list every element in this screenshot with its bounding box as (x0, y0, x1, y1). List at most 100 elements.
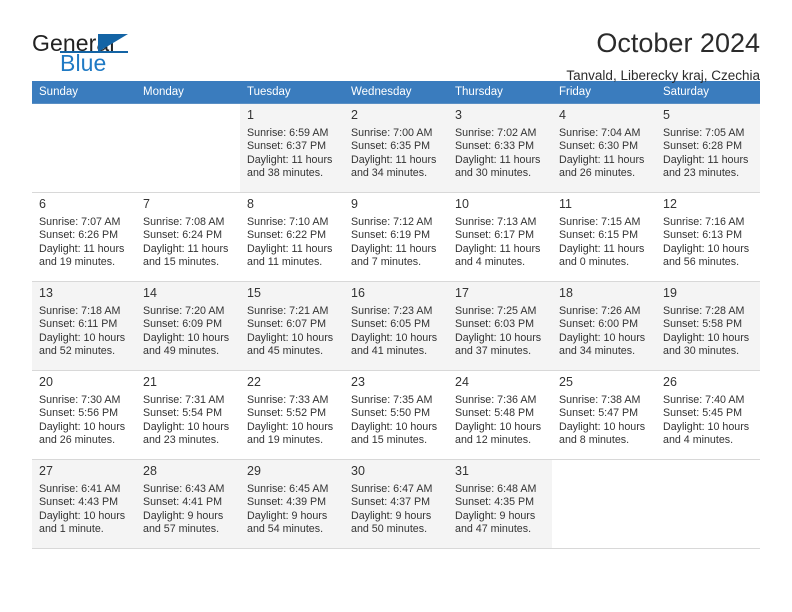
day-number: 6 (39, 197, 46, 211)
day-detail: Sunrise: 7:31 AM Sunset: 5:54 PM Dayligh… (143, 394, 233, 448)
sunrise-text: Sunrise: 7:02 AM (455, 126, 537, 139)
day-number: 7 (143, 197, 150, 211)
day-number: 18 (559, 286, 573, 300)
sunset-text: Sunset: 6:26 PM (39, 229, 119, 242)
sunrise-text: Sunrise: 7:07 AM (39, 215, 121, 228)
daylight-text-line1: Daylight: 9 hours (143, 509, 224, 522)
day-cell[interactable]: 14 Sunrise: 7:20 AM Sunset: 6:09 PM Dayl… (136, 281, 240, 371)
day-detail: Sunrise: 7:02 AM Sunset: 6:33 PM Dayligh… (455, 127, 545, 181)
day-number: 29 (247, 464, 261, 478)
day-cell[interactable]: 15 Sunrise: 7:21 AM Sunset: 6:07 PM Dayl… (240, 281, 344, 371)
sunrise-text: Sunrise: 7:18 AM (39, 304, 121, 317)
day-detail: Sunrise: 7:30 AM Sunset: 5:56 PM Dayligh… (39, 394, 129, 448)
daylight-text-line1: Daylight: 11 hours (559, 153, 645, 166)
daylight-text-line2: and 30 minutes. (663, 345, 740, 358)
day-cell-empty (552, 459, 656, 549)
daylight-text-line1: Daylight: 11 hours (455, 153, 541, 166)
sunrise-text: Sunrise: 7:25 AM (455, 304, 537, 317)
day-detail: Sunrise: 7:15 AM Sunset: 6:15 PM Dayligh… (559, 216, 649, 270)
daylight-text-line1: Daylight: 10 hours (39, 331, 126, 344)
day-detail: Sunrise: 7:16 AM Sunset: 6:13 PM Dayligh… (663, 216, 753, 270)
day-number: 28 (143, 464, 157, 478)
day-cell[interactable]: 18 Sunrise: 7:26 AM Sunset: 6:00 PM Dayl… (552, 281, 656, 371)
day-cell[interactable]: 6 Sunrise: 7:07 AM Sunset: 6:26 PM Dayli… (32, 192, 136, 282)
weekday-header-sunday: Sunday (32, 81, 136, 104)
daylight-text-line2: and 8 minutes. (559, 434, 630, 447)
daylight-text-line2: and 26 minutes. (39, 434, 116, 447)
daylight-text-line1: Daylight: 11 hours (247, 153, 333, 166)
sunrise-text: Sunrise: 7:33 AM (247, 393, 329, 406)
day-detail: Sunrise: 6:45 AM Sunset: 4:39 PM Dayligh… (247, 483, 337, 537)
day-cell[interactable]: 30 Sunrise: 6:47 AM Sunset: 4:37 PM Dayl… (344, 459, 448, 549)
day-cell[interactable]: 19 Sunrise: 7:28 AM Sunset: 5:58 PM Dayl… (656, 281, 760, 371)
day-cell-empty (656, 459, 760, 549)
day-cell[interactable]: 27 Sunrise: 6:41 AM Sunset: 4:43 PM Dayl… (32, 459, 136, 549)
day-cell[interactable]: 29 Sunrise: 6:45 AM Sunset: 4:39 PM Dayl… (240, 459, 344, 549)
sunset-text: Sunset: 6:24 PM (143, 229, 223, 242)
day-cell[interactable]: 21 Sunrise: 7:31 AM Sunset: 5:54 PM Dayl… (136, 370, 240, 460)
sunrise-text: Sunrise: 7:15 AM (559, 215, 641, 228)
day-cell[interactable]: 11 Sunrise: 7:15 AM Sunset: 6:15 PM Dayl… (552, 192, 656, 282)
sunset-text: Sunset: 6:28 PM (663, 140, 743, 153)
day-cell[interactable]: 3 Sunrise: 7:02 AM Sunset: 6:33 PM Dayli… (448, 103, 552, 193)
day-cell[interactable]: 12 Sunrise: 7:16 AM Sunset: 6:13 PM Dayl… (656, 192, 760, 282)
day-cell[interactable]: 7 Sunrise: 7:08 AM Sunset: 6:24 PM Dayli… (136, 192, 240, 282)
sunset-text: Sunset: 4:43 PM (39, 496, 119, 509)
day-cell[interactable]: 24 Sunrise: 7:36 AM Sunset: 5:48 PM Dayl… (448, 370, 552, 460)
daylight-text-line1: Daylight: 9 hours (455, 509, 536, 522)
day-number: 8 (247, 197, 254, 211)
daylight-text-line1: Daylight: 11 hours (351, 153, 437, 166)
day-cell[interactable]: 22 Sunrise: 7:33 AM Sunset: 5:52 PM Dayl… (240, 370, 344, 460)
day-detail: Sunrise: 7:28 AM Sunset: 5:58 PM Dayligh… (663, 305, 753, 359)
day-cell[interactable]: 16 Sunrise: 7:23 AM Sunset: 6:05 PM Dayl… (344, 281, 448, 371)
day-cell[interactable]: 8 Sunrise: 7:10 AM Sunset: 6:22 PM Dayli… (240, 192, 344, 282)
daylight-text-line2: and 56 minutes. (663, 256, 740, 269)
day-number: 23 (351, 375, 365, 389)
weekday-header-tuesday: Tuesday (240, 81, 344, 104)
day-cell[interactable]: 2 Sunrise: 7:00 AM Sunset: 6:35 PM Dayli… (344, 103, 448, 193)
day-cell[interactable]: 31 Sunrise: 6:48 AM Sunset: 4:35 PM Dayl… (448, 459, 552, 549)
sunset-text: Sunset: 6:15 PM (559, 229, 639, 242)
day-cell[interactable]: 1 Sunrise: 6:59 AM Sunset: 6:37 PM Dayli… (240, 103, 344, 193)
daylight-text-line1: Daylight: 10 hours (143, 420, 230, 433)
sunset-text: Sunset: 5:56 PM (39, 407, 119, 420)
day-cell[interactable]: 4 Sunrise: 7:04 AM Sunset: 6:30 PM Dayli… (552, 103, 656, 193)
daylight-text-line2: and 38 minutes. (247, 167, 324, 180)
sunrise-text: Sunrise: 6:43 AM (143, 482, 225, 495)
day-cell-empty (136, 103, 240, 193)
day-cell[interactable]: 10 Sunrise: 7:13 AM Sunset: 6:17 PM Dayl… (448, 192, 552, 282)
day-cell[interactable]: 26 Sunrise: 7:40 AM Sunset: 5:45 PM Dayl… (656, 370, 760, 460)
day-cell[interactable]: 13 Sunrise: 7:18 AM Sunset: 6:11 PM Dayl… (32, 281, 136, 371)
daylight-text-line2: and 11 minutes. (247, 256, 323, 269)
brand-name-blue: Blue (60, 50, 107, 76)
day-detail: Sunrise: 7:26 AM Sunset: 6:00 PM Dayligh… (559, 305, 649, 359)
daylight-text-line1: Daylight: 10 hours (143, 331, 230, 344)
daylight-text-line2: and 23 minutes. (663, 167, 740, 180)
sunrise-text: Sunrise: 7:16 AM (663, 215, 745, 228)
day-cell[interactable]: 23 Sunrise: 7:35 AM Sunset: 5:50 PM Dayl… (344, 370, 448, 460)
sunset-text: Sunset: 6:00 PM (559, 318, 639, 331)
daylight-text-line2: and 37 minutes. (455, 345, 532, 358)
day-detail: Sunrise: 7:21 AM Sunset: 6:07 PM Dayligh… (247, 305, 337, 359)
sunset-text: Sunset: 5:48 PM (455, 407, 535, 420)
day-cell[interactable]: 17 Sunrise: 7:25 AM Sunset: 6:03 PM Dayl… (448, 281, 552, 371)
brand-logo[interactable]: General Blue (32, 26, 172, 82)
daylight-text-line2: and 34 minutes. (559, 345, 636, 358)
day-cell[interactable]: 9 Sunrise: 7:12 AM Sunset: 6:19 PM Dayli… (344, 192, 448, 282)
day-cell[interactable]: 20 Sunrise: 7:30 AM Sunset: 5:56 PM Dayl… (32, 370, 136, 460)
day-number: 25 (559, 375, 573, 389)
day-cell[interactable]: 25 Sunrise: 7:38 AM Sunset: 5:47 PM Dayl… (552, 370, 656, 460)
daylight-text-line1: Daylight: 10 hours (663, 331, 750, 344)
daylight-text-line1: Daylight: 10 hours (39, 509, 126, 522)
sunset-text: Sunset: 6:13 PM (663, 229, 743, 242)
day-detail: Sunrise: 7:05 AM Sunset: 6:28 PM Dayligh… (663, 127, 753, 181)
day-cell[interactable]: 5 Sunrise: 7:05 AM Sunset: 6:28 PM Dayli… (656, 103, 760, 193)
day-detail: Sunrise: 7:25 AM Sunset: 6:03 PM Dayligh… (455, 305, 545, 359)
calendar-week-row: 1 Sunrise: 6:59 AM Sunset: 6:37 PM Dayli… (32, 103, 760, 193)
daylight-text-line2: and 23 minutes. (143, 434, 220, 447)
sunset-text: Sunset: 6:30 PM (559, 140, 639, 153)
day-cell[interactable]: 28 Sunrise: 6:43 AM Sunset: 4:41 PM Dayl… (136, 459, 240, 549)
daylight-text-line1: Daylight: 9 hours (351, 509, 432, 522)
day-detail: Sunrise: 7:07 AM Sunset: 6:26 PM Dayligh… (39, 216, 129, 270)
sunset-text: Sunset: 6:05 PM (351, 318, 431, 331)
